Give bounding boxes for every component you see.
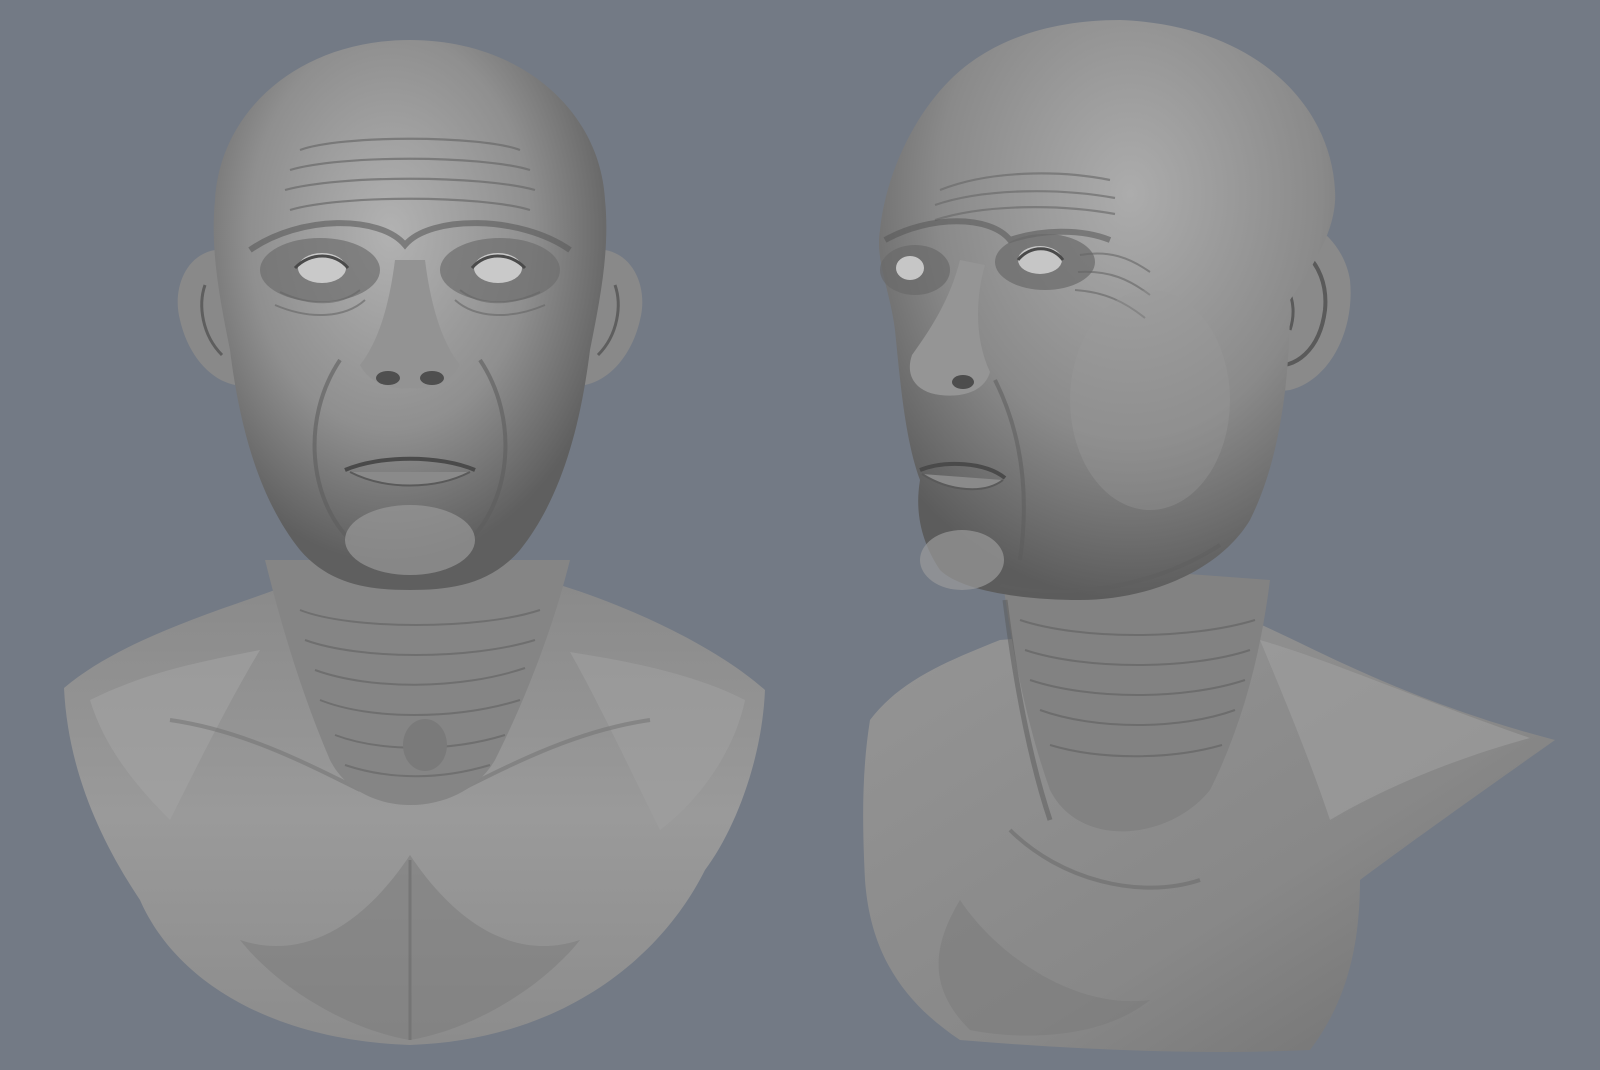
sculpt-viewport[interactable]: [0, 0, 1600, 1070]
nostril-three-quarter: [952, 375, 974, 389]
chin-three-quarter: [920, 530, 1004, 590]
cheek-highlight: [1070, 290, 1230, 510]
adams-apple: [403, 719, 447, 771]
nostril-right: [420, 371, 444, 385]
nostril-left: [376, 371, 400, 385]
chin-front: [345, 505, 475, 575]
viewport-canvas: [0, 0, 1600, 1070]
eye-left-three-quarter: [896, 256, 924, 280]
